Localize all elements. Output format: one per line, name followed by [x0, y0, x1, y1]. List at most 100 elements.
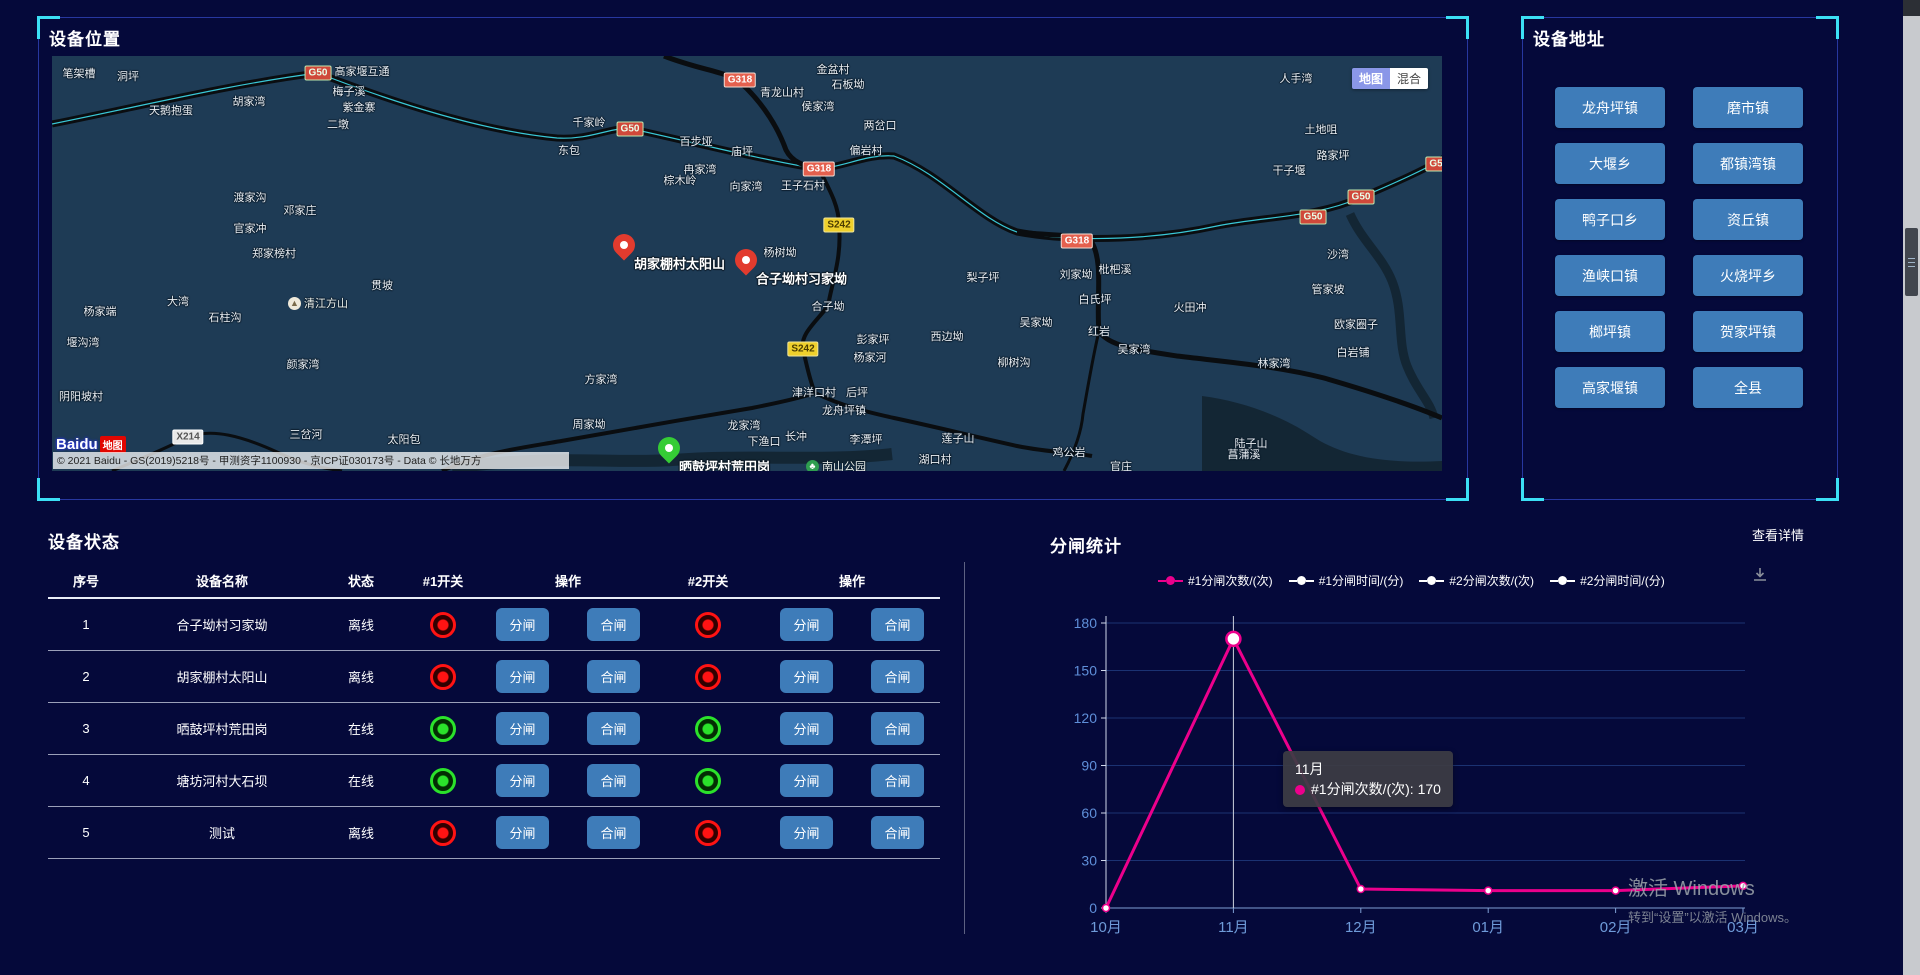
- column-header: 操作: [764, 571, 940, 590]
- road-badge: G50: [305, 66, 332, 81]
- legend-item[interactable]: #1分闸次数/(次): [1158, 572, 1273, 589]
- open-switch1-button-row4[interactable]: 分闸: [496, 764, 549, 797]
- section-divider: [964, 562, 965, 934]
- switch2-led-indicator: [695, 612, 721, 638]
- map-place-label: 白岩铺: [1337, 344, 1370, 360]
- svg-text:150: 150: [1074, 663, 1098, 679]
- switch1-led-cell: [402, 664, 484, 690]
- address-button-5[interactable]: 鸭子口乡: [1555, 199, 1665, 240]
- map-place-label: 胡家湾: [233, 93, 266, 109]
- road-badge: X214: [172, 430, 203, 445]
- open-switch1-button-row2[interactable]: 分闸: [496, 660, 549, 693]
- map-place-label: 彭家坪: [857, 331, 890, 347]
- open-switch2-button-row5[interactable]: 分闸: [780, 816, 833, 849]
- address-button-1[interactable]: 龙舟坪镇: [1555, 87, 1665, 128]
- close-switch2-button-row5[interactable]: 合闸: [871, 816, 924, 849]
- map-place-label: 太阳包: [388, 431, 421, 447]
- map-type-map-option[interactable]: 地图: [1352, 68, 1390, 89]
- map-place-label: 鸡公岩: [1053, 444, 1086, 460]
- row-index: 2: [48, 669, 124, 684]
- legend-item[interactable]: #2分闸次数/(次): [1419, 572, 1534, 589]
- map-type-toggle: 地图 混合: [1352, 68, 1428, 89]
- open-switch2-button-row1[interactable]: 分闸: [780, 608, 833, 641]
- switch2-led-cell: [652, 820, 764, 846]
- map-place-label: 枇杷溪: [1099, 261, 1132, 277]
- road-badge: G318: [1061, 234, 1093, 249]
- address-button-8[interactable]: 火烧坪乡: [1693, 255, 1803, 296]
- page-scrollbar[interactable]: [1903, 0, 1920, 975]
- close-switch1-button-row5[interactable]: 合闸: [587, 816, 640, 849]
- legend-label: #1分闸次数/(次): [1188, 572, 1273, 589]
- open-switch2-button-row2[interactable]: 分闸: [780, 660, 833, 693]
- device-status: 在线: [320, 771, 402, 790]
- open-switch2-button-row4[interactable]: 分闸: [780, 764, 833, 797]
- close-switch2-button-row2[interactable]: 合闸: [871, 660, 924, 693]
- road-badge: G318: [724, 73, 756, 88]
- close-switch1-button-row2[interactable]: 合闸: [587, 660, 640, 693]
- address-button-10[interactable]: 贺家坪镇: [1693, 311, 1803, 352]
- corner-decoration: [1816, 478, 1839, 501]
- status-section-title: 设备状态: [48, 528, 120, 553]
- map-place-label: 邓家庄: [284, 202, 317, 218]
- address-button-2[interactable]: 磨市镇: [1693, 87, 1803, 128]
- open-switch1-button-row5[interactable]: 分闸: [496, 816, 549, 849]
- map-place-label: 向家湾: [730, 178, 763, 194]
- scrollbar-thumb[interactable]: [1905, 228, 1918, 296]
- legend-label: #2分闸次数/(次): [1449, 572, 1534, 589]
- close-switch1-button-row3[interactable]: 合闸: [587, 712, 640, 745]
- device-status: 离线: [320, 823, 402, 842]
- close-switch1-button-row4[interactable]: 合闸: [587, 764, 640, 797]
- road-badge: S242: [823, 218, 854, 233]
- close-switch2-button-row4[interactable]: 合闸: [871, 764, 924, 797]
- baidu-logo: Baidu 地图: [56, 436, 126, 453]
- road-badge: G50: [617, 122, 644, 137]
- view-detail-link[interactable]: 查看详情: [1752, 525, 1804, 544]
- map-place-label: 颜家湾: [287, 356, 320, 372]
- close-switch2-button-row1[interactable]: 合闸: [871, 608, 924, 641]
- dashboard: 设备位置 地图 混合 Baidu: [0, 0, 1920, 975]
- address-button-3[interactable]: 大堰乡: [1555, 143, 1665, 184]
- map-place-label: 周家坳: [573, 416, 606, 432]
- map-place-label: 东包: [558, 142, 580, 158]
- legend-item[interactable]: #1分闸时间/(分): [1289, 572, 1404, 589]
- open-switch1-button-row1[interactable]: 分闸: [496, 608, 549, 641]
- address-button-12[interactable]: 全县: [1693, 367, 1803, 408]
- device-status: 离线: [320, 667, 402, 686]
- address-button-11[interactable]: 高家堰镇: [1555, 367, 1665, 408]
- map-poi-park: ♣南山公园: [806, 458, 866, 471]
- address-button-7[interactable]: 渔峡口镇: [1555, 255, 1665, 296]
- open-switch1-button-row3[interactable]: 分闸: [496, 712, 549, 745]
- baidu-map[interactable]: 地图 混合 Baidu 地图 © 2021 Baidu - GS(2019)52…: [52, 56, 1442, 471]
- operation-cell: 分闸 合闸: [764, 712, 940, 745]
- map-place-label: 长冲: [785, 428, 807, 444]
- map-place-label: 渡家沟: [234, 189, 267, 205]
- map-marker-label: 胡家棚村太阳山: [634, 254, 725, 273]
- map-place-label: 洞坪: [117, 68, 139, 84]
- close-switch2-button-row3[interactable]: 合闸: [871, 712, 924, 745]
- operation-cell: 分闸 合闸: [484, 660, 652, 693]
- svg-text:02月: 02月: [1600, 919, 1632, 936]
- map-place-label: 石板坳: [832, 76, 865, 92]
- map-place-label: 高家堰互通: [335, 63, 390, 79]
- map-place-label: 火田冲: [1174, 299, 1207, 315]
- switch1-led-indicator: [430, 664, 456, 690]
- legend-item[interactable]: #2分闸时间/(分): [1550, 572, 1665, 589]
- attraction-icon: ▲: [288, 297, 301, 310]
- chart-legend: #1分闸次数/(次) #1分闸时间/(分) #2分闸次数/(次) #2分闸时间/(分): [1158, 572, 1665, 589]
- switch2-led-cell: [652, 716, 764, 742]
- download-icon[interactable]: [1750, 565, 1770, 590]
- map-place-label: 西边坳: [931, 328, 964, 344]
- map-type-hybrid-option[interactable]: 混合: [1390, 68, 1428, 89]
- open-switch2-button-row3[interactable]: 分闸: [780, 712, 833, 745]
- address-button-9[interactable]: 榔坪镇: [1555, 311, 1665, 352]
- device-status: 在线: [320, 719, 402, 738]
- legend-label: #2分闸时间/(分): [1580, 572, 1665, 589]
- close-switch1-button-row1[interactable]: 合闸: [587, 608, 640, 641]
- switch1-led-indicator: [430, 768, 456, 794]
- map-place-label: 郑家榜村: [252, 245, 296, 261]
- address-button-6[interactable]: 资丘镇: [1693, 199, 1803, 240]
- map-place-label: 三岔河: [290, 426, 323, 442]
- device-status-table: 序号设备名称状态#1开关操作#2开关操作1合子坳村习家坳离线分闸合闸分闸合闸2胡…: [48, 564, 940, 859]
- device-name: 胡家棚村太阳山: [124, 667, 320, 686]
- address-button-4[interactable]: 都镇湾镇: [1693, 143, 1803, 184]
